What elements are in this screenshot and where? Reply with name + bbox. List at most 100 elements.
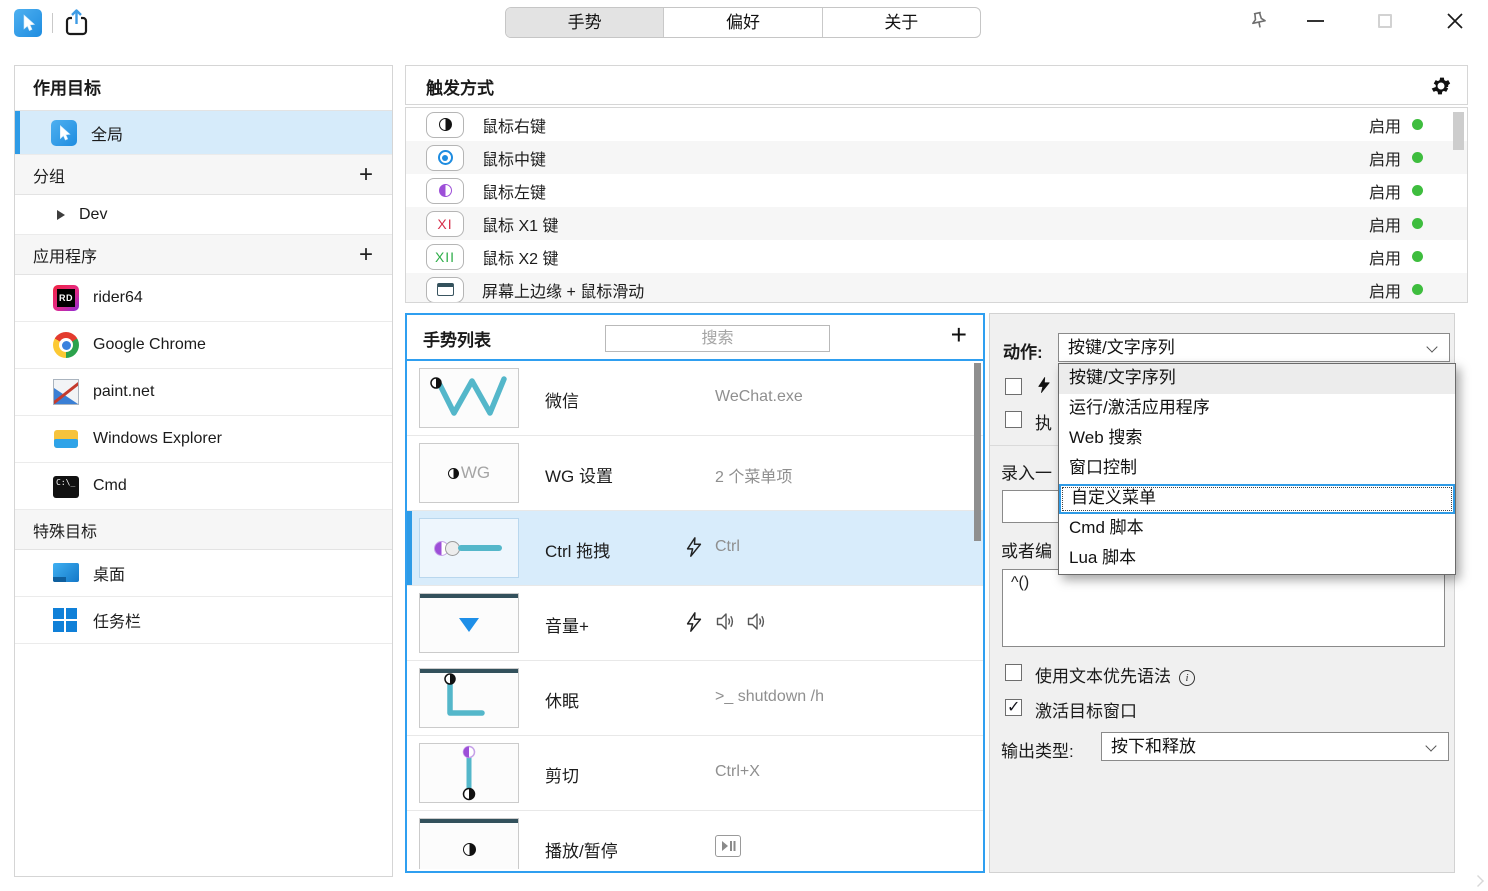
trigger-row-x1-button[interactable]: XI 鼠标 X1 键 启用 [406, 207, 1467, 240]
action-type-value: 按键/文字序列 [1068, 338, 1175, 357]
minimize-button[interactable] [1300, 6, 1330, 36]
cmd-icon [53, 476, 79, 498]
sidebar-item-desktop[interactable]: 桌面 [15, 550, 392, 597]
dropdown-item-web-search[interactable]: Web 搜索 [1059, 424, 1455, 454]
info-icon[interactable]: i [1179, 670, 1195, 686]
target-sidebar: 作用目标 全局 分组 + Dev 应用程序 + rider64 Google C… [14, 65, 393, 877]
gesture-row-wechat[interactable]: 微信 WeChat.exe [407, 361, 983, 436]
sidebar-item-label: Dev [79, 205, 108, 223]
tab-gestures[interactable]: 手势 [506, 8, 664, 37]
scrollbar-thumb[interactable] [1453, 112, 1464, 150]
tab-preferences[interactable]: 偏好 [663, 8, 821, 37]
flash-option-checkbox[interactable] [1005, 378, 1022, 395]
maximize-button[interactable] [1370, 6, 1400, 36]
pin-icon[interactable] [1244, 6, 1274, 36]
sidebar-item-explorer[interactable]: Windows Explorer [15, 416, 392, 463]
trigger-status: 启用 [1368, 151, 1401, 169]
gesture-name: 剪切 [545, 767, 579, 786]
section-label: 应用程序 [33, 248, 98, 266]
trigger-scrollbar[interactable] [1453, 112, 1464, 300]
trigger-status: 启用 [1368, 250, 1401, 268]
gesture-row-wg-settings[interactable]: WG WG 设置 2 个菜单项 [407, 436, 983, 511]
gesture-row-cut[interactable]: 剪切 Ctrl+X [407, 736, 983, 811]
trigger-row-right-button[interactable]: 鼠标右键 启用 [406, 108, 1467, 141]
paintnet-icon [53, 379, 79, 405]
screen-edge-icon [426, 276, 464, 302]
search-input[interactable] [605, 325, 830, 352]
add-gesture-button[interactable]: + [951, 319, 967, 351]
gesture-panel-title: 手势列表 [423, 331, 491, 350]
action-type-dropdown: 按键/文字序列 运行/激活应用程序 Web 搜索 窗口控制 自定义菜单 Cmd … [1058, 363, 1456, 575]
gesture-name: WG 设置 [545, 467, 613, 486]
execute-option-label: 执 [1035, 414, 1052, 433]
activate-window-checkbox[interactable] [1005, 697, 1022, 717]
trigger-status: 启用 [1368, 283, 1401, 301]
action-type-select[interactable]: 按键/文字序列 [1058, 333, 1450, 362]
dropdown-item-custom-menu[interactable]: 自定义菜单 [1059, 484, 1455, 514]
execute-option-checkbox[interactable] [1005, 411, 1022, 428]
middle-button-icon [426, 144, 464, 171]
dropdown-item-key-sequence[interactable]: 按键/文字序列 [1059, 364, 1455, 394]
add-group-button[interactable]: + [354, 161, 378, 189]
tab-about[interactable]: 关于 [821, 8, 980, 37]
gesture-name: Ctrl 拖拽 [545, 542, 611, 561]
gesture-scrollbar[interactable] [974, 363, 981, 867]
dropdown-item-run-app[interactable]: 运行/激活应用程序 [1059, 394, 1455, 424]
gesture-extra: >_ shutdown /h [715, 688, 824, 705]
enabled-dot [1412, 218, 1423, 229]
trigger-row-left-button[interactable]: 鼠标左键 启用 [406, 174, 1467, 207]
gear-icon[interactable] [1429, 74, 1453, 98]
speaker-icons [715, 612, 767, 631]
maximize-icon [1378, 14, 1392, 28]
trigger-row-x2-button[interactable]: XII 鼠标 X2 键 启用 [406, 240, 1467, 273]
sidebar-item-paintnet[interactable]: paint.net [15, 369, 392, 416]
gesture-panel-header: 手势列表 + [407, 315, 983, 361]
activate-window-label: 激活目标窗口 [1035, 702, 1137, 721]
x1-button-icon: XI [426, 210, 464, 237]
gesture-row-volume-up[interactable]: 音量+ [407, 586, 983, 661]
gesture-name: 微信 [545, 392, 579, 411]
output-type-select[interactable]: 按下和释放 [1101, 732, 1449, 761]
sidebar-item-label: 桌面 [93, 567, 126, 584]
gesture-row-ctrl-drag[interactable]: Ctrl 拖拽 Ctrl [407, 511, 983, 586]
record-sequence-label: 录入一 [1001, 464, 1052, 483]
sidebar-item-label: Google Chrome [93, 336, 206, 353]
volume-gesture-icon [419, 593, 519, 653]
sidebar-item-chrome[interactable]: Google Chrome [15, 322, 392, 369]
close-button[interactable] [1440, 6, 1470, 36]
expand-caret-icon[interactable] [57, 209, 65, 220]
app-window: 手势 偏好 关于 作用目标 全局 分组 + Dev 应用程序 + RD ride… [0, 0, 1488, 891]
dropdown-item-cmd-script[interactable]: Cmd 脚本 [1059, 514, 1455, 544]
gesture-name: 音量+ [545, 617, 589, 636]
desktop-icon [53, 560, 79, 586]
trigger-row-middle-button[interactable]: 鼠标中键 启用 [406, 141, 1467, 174]
sidebar-item-rider64[interactable]: rider64 [15, 275, 392, 322]
gesture-row-play-pause[interactable]: 播放/暂停 [407, 811, 983, 869]
resize-grip[interactable] [1472, 875, 1484, 887]
trigger-status: 启用 [1368, 118, 1401, 136]
dropdown-item-lua-script[interactable]: Lua 脚本 [1059, 544, 1455, 574]
sidebar-item-cmd[interactable]: Cmd [15, 463, 392, 510]
share-button[interactable] [62, 7, 92, 39]
add-app-button[interactable]: + [354, 241, 378, 269]
sidebar-item-dev[interactable]: Dev [15, 195, 392, 235]
trigger-row-screen-edge[interactable]: 屏幕上边缘 + 鼠标滑动 启用 [406, 273, 1467, 302]
main-tabbar: 手势 偏好 关于 [505, 7, 981, 38]
play-pause-icon [715, 835, 741, 857]
text-first-checkbox[interactable] [1005, 664, 1022, 681]
gesture-name: 休眠 [545, 692, 579, 711]
sequence-text-area[interactable]: ^() [1002, 569, 1445, 647]
gesture-row-sleep[interactable]: 休眠 >_ shutdown /h [407, 661, 983, 736]
sidebar-section-apps: 应用程序 + [15, 235, 392, 275]
sidebar-item-global[interactable]: 全局 [15, 111, 392, 155]
lightning-icon [683, 610, 705, 639]
sidebar-item-taskbar[interactable]: 任务栏 [15, 597, 392, 644]
sidebar-item-label: 任务栏 [93, 614, 142, 631]
play-pause-gesture-icon [419, 818, 519, 869]
titlebar-separator [52, 13, 53, 33]
trigger-label: 鼠标左键 [482, 184, 547, 202]
scrollbar-thumb[interactable] [974, 363, 981, 541]
gesture-extra: Ctrl+X [715, 763, 760, 780]
dropdown-item-window-control[interactable]: 窗口控制 [1059, 454, 1455, 484]
trigger-status: 启用 [1368, 184, 1401, 202]
